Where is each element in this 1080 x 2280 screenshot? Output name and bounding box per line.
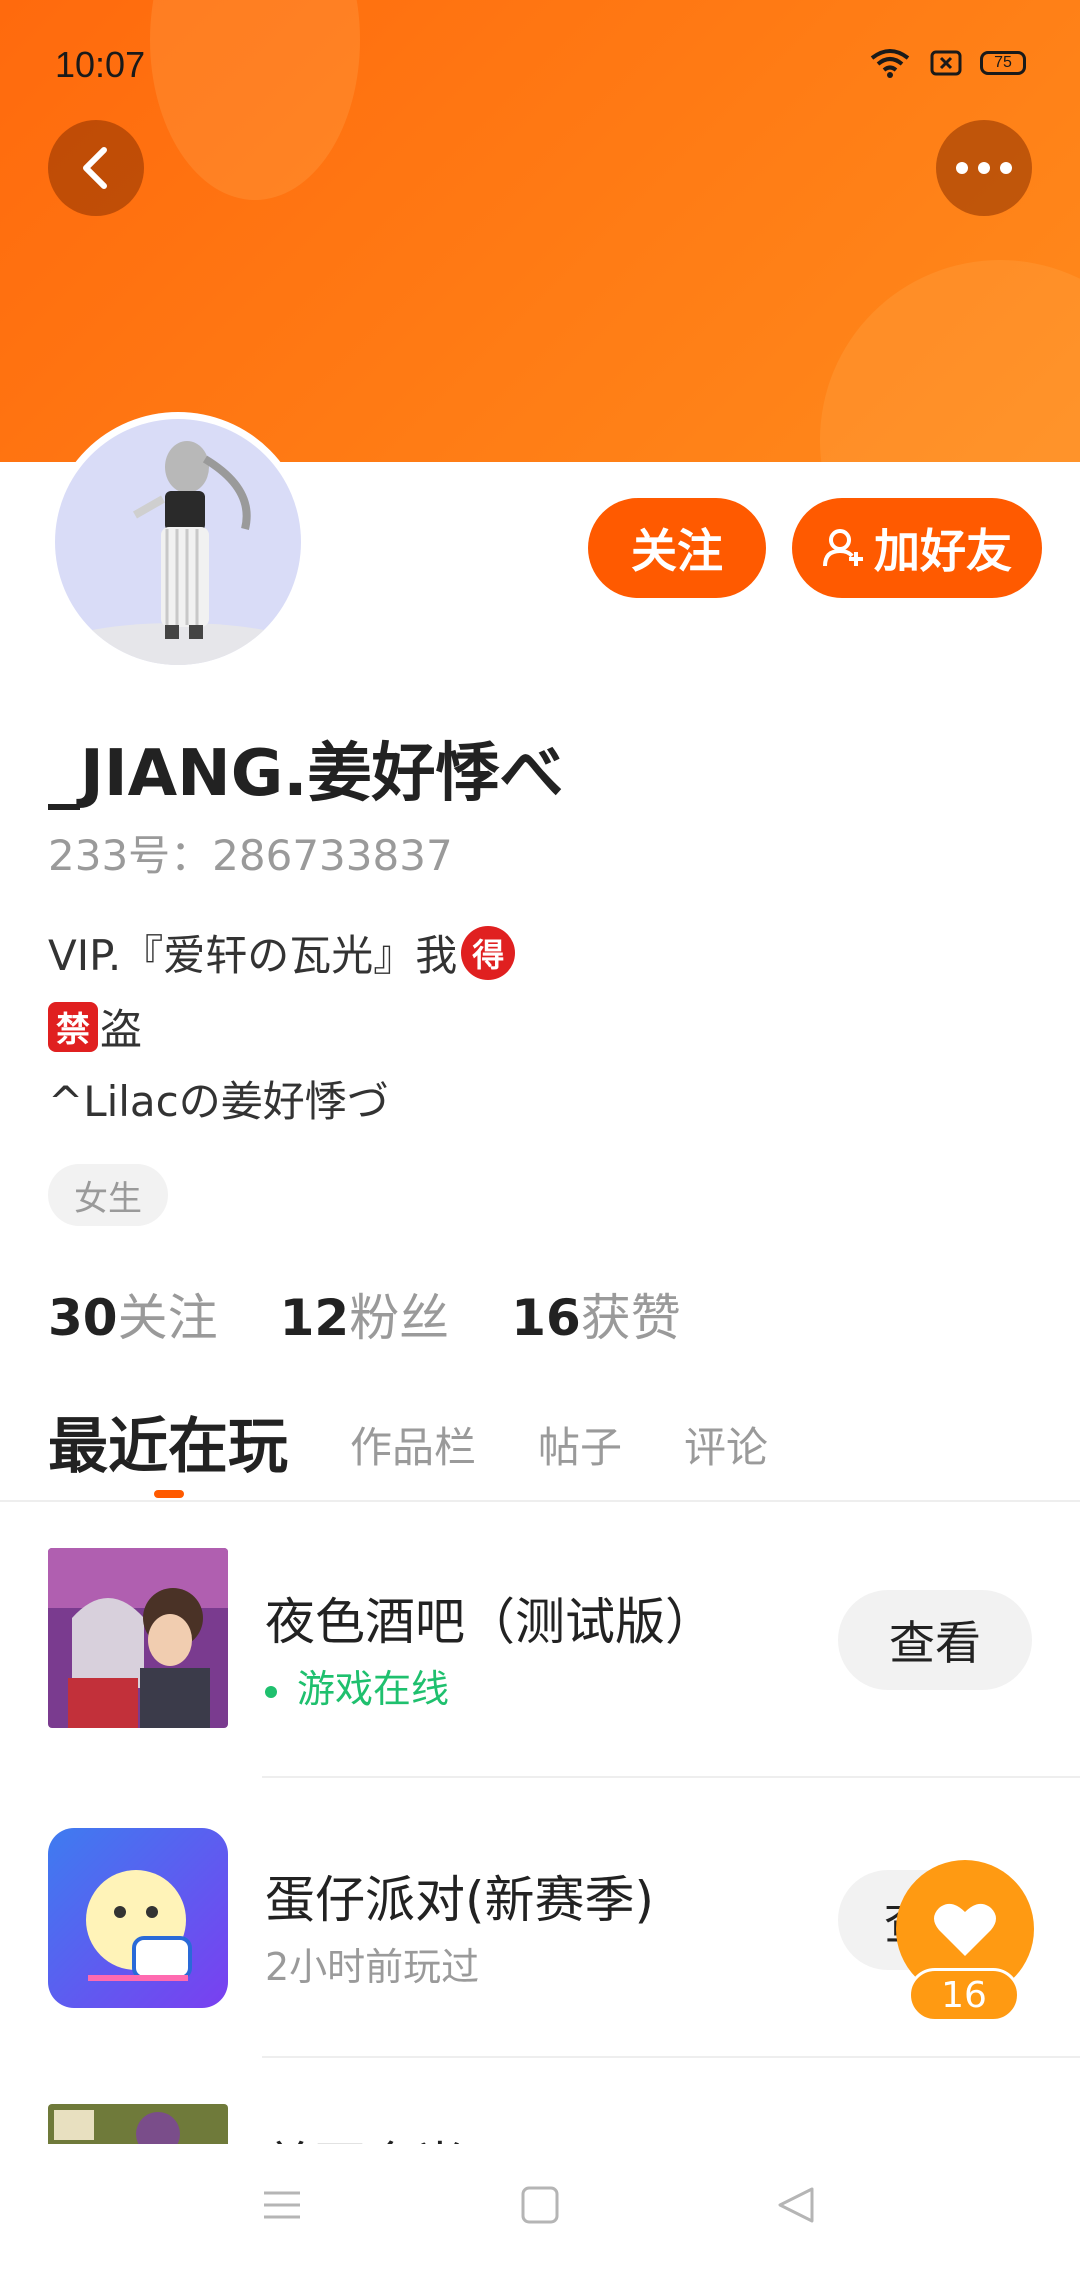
tab-recently-played[interactable]: 最近在玩 — [48, 1398, 288, 1485]
add-friend-label: 加好友 — [874, 524, 1012, 578]
tab-indicator — [154, 1490, 184, 1498]
divider — [262, 1776, 1080, 1778]
view-button[interactable]: 查看 — [838, 1590, 1032, 1690]
bio-line: VIP.『爱轩の瓦光』我 得 — [48, 922, 516, 983]
divider — [0, 1500, 1080, 1502]
stat-likes[interactable]: 16获赞 — [511, 1278, 681, 1350]
stat-number: 12 — [279, 1289, 350, 1347]
online-dot — [265, 1685, 277, 1698]
profile-id: 233号：286733837 — [48, 831, 453, 880]
stat-label: 获赞 — [580, 1289, 681, 1347]
bio-text: ^Lilacの姜好悸づ — [48, 1077, 389, 1126]
more-dots-icon — [956, 162, 1012, 174]
wifi-icon — [870, 49, 910, 78]
banner-decoration — [820, 260, 1080, 462]
status-time: 10:07 — [55, 44, 146, 85]
add-friend-button[interactable]: 加好友 — [792, 498, 1042, 598]
system-nav-bar — [0, 2145, 1080, 2280]
avatar-image — [55, 419, 301, 665]
stat-number: 30 — [48, 1289, 118, 1347]
sim-card-icon — [930, 50, 962, 76]
more-options-button[interactable] — [936, 120, 1032, 216]
home-square-icon[interactable] — [520, 2185, 560, 2225]
add-user-icon — [823, 529, 863, 567]
bio-line: ^Lilacの姜好悸づ — [48, 1068, 389, 1129]
favorite-count: 16 — [908, 1968, 1020, 2022]
stat-following[interactable]: 30关注 — [48, 1278, 218, 1350]
game-title: 美丽金尚 — [265, 2126, 465, 2144]
bio-text: 盗 — [100, 1005, 143, 1054]
game-title: 夜色酒吧（测试版） — [265, 1593, 715, 1651]
follow-button-label: 关注 — [631, 524, 723, 578]
divider — [262, 2056, 1080, 2058]
stats-row: 30关注 12粉丝 16获赞 — [48, 1278, 681, 1350]
tab-comments[interactable]: 评论 — [684, 1414, 768, 1485]
stat-label: 关注 — [117, 1289, 218, 1347]
list-item[interactable]: 夜色酒吧（测试版） 游戏在线 查看 — [0, 1548, 1080, 1748]
back-triangle-icon[interactable] — [776, 2185, 816, 2225]
stat-followers[interactable]: 12粉丝 — [280, 1278, 450, 1350]
avatar[interactable] — [48, 412, 308, 672]
gender-tag: 女生 — [48, 1164, 168, 1226]
list-item[interactable]: 美丽金尚 — [0, 2104, 1080, 2144]
game-title: 蛋仔派对(新赛季) — [265, 1871, 655, 1929]
back-button[interactable] — [48, 120, 144, 216]
profile-tabs: 最近在玩 作品栏 帖子 评论 — [48, 1398, 768, 1485]
game-status: 2小时前玩过 — [265, 1945, 480, 1989]
game-status: 游戏在线 — [265, 1658, 449, 1713]
game-icon — [48, 1828, 228, 2008]
game-status-text: 游戏在线 — [297, 1667, 450, 1711]
game-icon — [48, 1548, 228, 1728]
stat-number: 16 — [511, 1289, 581, 1347]
battery-indicator: 75 — [980, 51, 1026, 75]
tab-works[interactable]: 作品栏 — [350, 1414, 476, 1485]
bio-line: 禁 盗 — [48, 996, 142, 1057]
menu-icon[interactable] — [262, 2185, 302, 2225]
follow-button[interactable]: 关注 — [588, 498, 766, 598]
heart-icon — [934, 1903, 996, 1956]
banner-decoration — [150, 0, 360, 200]
bio-text: VIP.『爱轩の瓦光』我 — [48, 931, 458, 980]
stat-label: 粉丝 — [349, 1289, 450, 1347]
status-icons: 75 — [868, 46, 1026, 80]
bio-emoji-badge: 禁 — [48, 1001, 98, 1052]
bio-emoji-badge: 得 — [461, 925, 516, 980]
chevron-left-icon — [83, 147, 107, 189]
profile-name: _JIANG.姜好悸べ — [48, 737, 564, 811]
game-icon — [48, 2104, 228, 2144]
tab-posts[interactable]: 帖子 — [538, 1414, 622, 1485]
